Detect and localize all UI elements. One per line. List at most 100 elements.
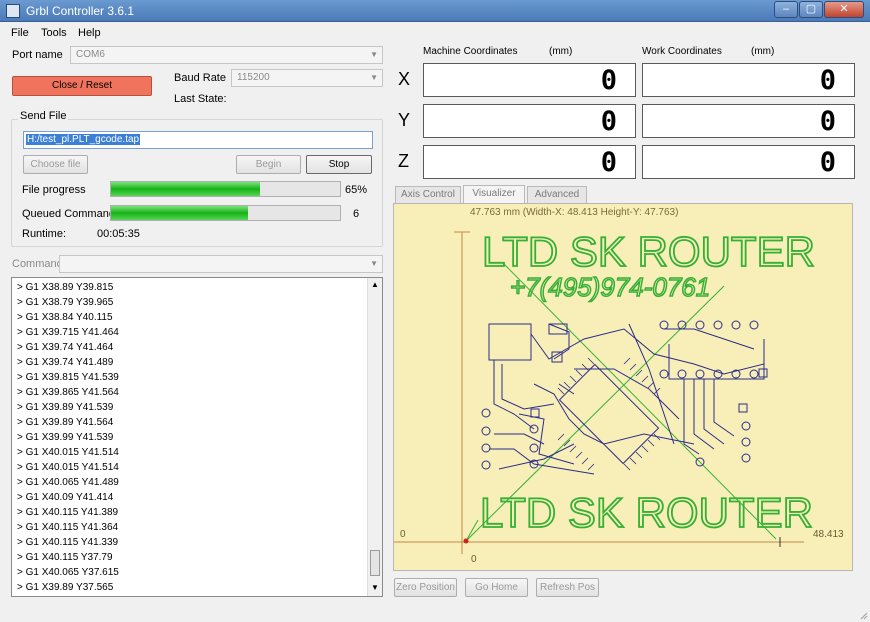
work-unit-label: (mm) — [751, 46, 775, 57]
scrollbar-thumb[interactable] — [370, 550, 380, 576]
file-progress-bar — [110, 181, 341, 197]
console-line: > G1 X38.84 Y40.115 — [17, 312, 113, 323]
console-line: > G1 X40.115 Y41.389 — [17, 507, 119, 518]
menu-help[interactable]: Help — [78, 27, 101, 39]
close-window-button[interactable]: ✕ — [824, 1, 864, 18]
runtime-value: 00:05:35 — [97, 228, 140, 240]
title-bar: Grbl Controller 3.6.1 – ▢ ✕ — [0, 0, 870, 22]
pcb-pads — [481, 320, 759, 470]
console-line: > G1 X39.89 Y41.539 — [17, 402, 114, 413]
console-output[interactable]: ▲ ▼ > G1 X38.89 Y39.815 > G1 X38.79 Y39.9… — [11, 277, 383, 597]
tab-advanced[interactable]: Advanced — [527, 186, 587, 203]
queued-commands-label: Queued Commands — [22, 208, 121, 220]
close-reset-button[interactable]: Close / Reset — [12, 76, 152, 96]
visualizer-canvas[interactable]: 47.763 mm (Width-X: 48.413 Height-Y: 47.… — [393, 203, 853, 571]
console-line: > G1 X40.065 Y41.489 — [17, 477, 119, 488]
z-axis-label: Z — [398, 151, 409, 171]
tab-visualizer[interactable]: Visualizer — [463, 185, 525, 203]
baud-rate-label: Baud Rate — [174, 72, 226, 84]
machine-y-display: 0 — [423, 104, 636, 138]
scroll-down-icon[interactable]: ▼ — [371, 583, 379, 592]
resize-grip-icon[interactable] — [858, 610, 868, 620]
last-state-label: Last State: — [174, 93, 227, 105]
console-line: > G1 X40.015 Y41.514 — [17, 462, 119, 473]
queued-commands-value: 6 — [353, 208, 360, 220]
machine-x-display: 0 — [423, 63, 636, 97]
router-title-top: LTD SK ROUTER — [482, 228, 815, 275]
chevron-down-icon: ▼ — [370, 73, 378, 82]
begin-button[interactable]: Begin — [236, 155, 301, 174]
chevron-down-icon: ▼ — [370, 50, 378, 59]
menu-tools[interactable]: Tools — [41, 27, 67, 39]
console-line: > G1 X40.115 Y37.79 — [17, 552, 113, 563]
console-scrollbar[interactable]: ▲ ▼ — [367, 278, 382, 596]
queued-commands-fill — [111, 206, 249, 220]
port-select[interactable]: COM6 ▼ — [70, 46, 383, 64]
minimize-button[interactable]: – — [774, 1, 798, 18]
stop-button[interactable]: Stop — [306, 155, 372, 174]
machine-z-value: 0 — [600, 147, 617, 178]
baud-rate-value: 115200 — [237, 72, 270, 83]
send-file-label: Send File — [18, 110, 69, 122]
menu-file[interactable]: File — [11, 27, 29, 39]
choose-file-button[interactable]: Choose file — [23, 155, 88, 174]
queued-commands-bar — [110, 205, 341, 221]
x-max-label: 48.413 — [813, 529, 844, 540]
console-line: > G1 X39.89 Y37.565 — [17, 582, 114, 593]
console-line: > G1 X40.065 Y37.615 — [17, 567, 119, 578]
pcb-traces — [488, 323, 768, 475]
machine-y-value: 0 — [600, 106, 617, 137]
console-line: > G1 X39.815 Y41.539 — [17, 372, 119, 383]
toolpath-drawing: LTD SK ROUTER +7(495)974-0761 LTD SK ROU… — [394, 227, 816, 554]
router-title-bottom: LTD SK ROUTER — [480, 489, 813, 536]
work-x-display: 0 — [642, 63, 855, 97]
machine-z-display: 0 — [423, 145, 636, 179]
tool-position-marker — [463, 538, 469, 544]
machine-coordinates-label: Machine Coordinates — [423, 46, 518, 57]
menu-bar: File Tools Help — [0, 23, 870, 43]
zero-position-button[interactable]: Zero Position — [394, 578, 457, 597]
file-path-text: H:/test_pl.PLT_gcode.tap — [26, 134, 141, 145]
maximize-button[interactable]: ▢ — [799, 1, 823, 18]
work-z-value: 0 — [819, 147, 836, 178]
x-axis-label: X — [398, 69, 411, 89]
y-zero-label: 0 — [471, 554, 477, 565]
file-progress-value: 65% — [345, 184, 368, 196]
console-line: > G1 X39.99 Y41.539 — [17, 432, 114, 443]
work-z-display: 0 — [642, 145, 855, 179]
go-home-button[interactable]: Go Home — [465, 578, 528, 597]
scroll-up-icon[interactable]: ▲ — [371, 280, 379, 289]
x-zero-label: 0 — [400, 529, 406, 540]
baud-rate-select[interactable]: 115200 ▼ — [231, 69, 383, 87]
console-line: > G1 X40.115 Y41.339 — [17, 537, 119, 548]
port-value: COM6 — [76, 49, 105, 60]
console-line: > G1 X38.89 Y39.815 — [17, 282, 114, 293]
console-line: > G1 X39.74 Y41.489 — [17, 357, 114, 368]
work-coordinates-label: Work Coordinates — [642, 46, 722, 57]
console-line: > G1 X40.015 Y41.514 — [17, 447, 119, 458]
window-title: Grbl Controller 3.6.1 — [26, 4, 135, 18]
router-phone: +7(495)974-0761 — [510, 272, 710, 302]
runtime-label: Runtime: — [22, 228, 67, 240]
command-input[interactable]: ▼ — [59, 255, 383, 273]
work-y-display: 0 — [642, 104, 855, 138]
file-progress-fill — [111, 182, 260, 196]
file-path-input[interactable]: H:/test_pl.PLT_gcode.tap — [23, 131, 373, 149]
port-name-label: Port name — [12, 49, 63, 61]
console-line: > G1 X38.79 Y39.965 — [17, 297, 114, 308]
console-line: > G1 X39.865 Y41.564 — [17, 387, 119, 398]
console-line: > G1 X40.115 Y41.364 — [17, 522, 119, 533]
console-line: > G1 X40.09 Y41.414 — [17, 492, 114, 503]
console-line: > G1 X39.715 Y41.464 — [17, 327, 119, 338]
tab-axis-control[interactable]: Axis Control — [395, 186, 461, 203]
console-line: > G1 X39.89 Y41.564 — [17, 417, 114, 428]
app-icon — [6, 4, 20, 18]
chevron-down-icon: ▼ — [370, 259, 378, 268]
machine-x-value: 0 — [600, 65, 617, 96]
console-line: > G1 X39.74 Y41.464 — [17, 342, 114, 353]
refresh-pos-button[interactable]: Refresh Pos — [536, 578, 599, 597]
work-y-value: 0 — [819, 106, 836, 137]
y-axis-label: Y — [398, 110, 411, 130]
command-label: Command — [12, 258, 63, 270]
file-progress-label: File progress — [22, 184, 86, 196]
